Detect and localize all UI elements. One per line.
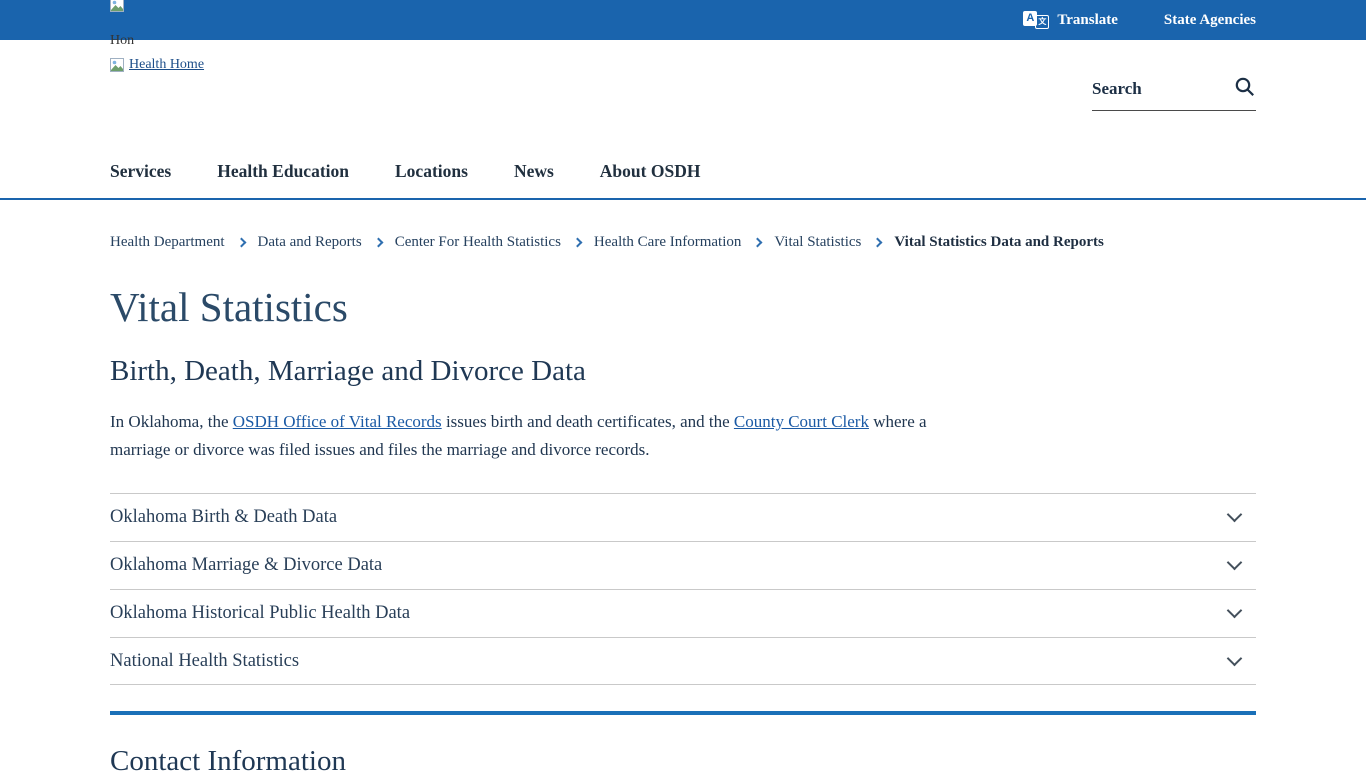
accordion-label: Oklahoma Historical Public Health Data xyxy=(110,603,410,624)
main-nav: Services Health Education Locations News… xyxy=(110,161,700,182)
breadcrumb: Health Department Data and Reports Cente… xyxy=(110,234,1256,251)
breadcrumb-center-for-health-statistics[interactable]: Center For Health Statistics xyxy=(395,234,561,251)
nav-item-services[interactable]: Services xyxy=(110,161,171,182)
nav-item-locations[interactable]: Locations xyxy=(395,161,468,182)
accordion-label: Oklahoma Marriage & Divorce Data xyxy=(110,555,382,576)
health-home-link-broken[interactable]: Health Home xyxy=(110,57,204,73)
breadcrumb-data-and-reports[interactable]: Data and Reports xyxy=(258,234,362,251)
broken-image-icon xyxy=(110,0,124,12)
nav-item-health-education[interactable]: Health Education xyxy=(217,161,349,182)
intro-paragraph: In Oklahoma, the OSDH Office of Vital Re… xyxy=(110,408,940,463)
intro-text: issues birth and death certificates, and… xyxy=(442,412,734,431)
nav-item-about-osdh[interactable]: About OSDH xyxy=(600,161,701,182)
search-button[interactable] xyxy=(1234,76,1256,101)
vital-records-link[interactable]: OSDH Office of Vital Records xyxy=(233,412,442,431)
accordion-label: National Health Statistics xyxy=(110,651,299,672)
accordion-label: Oklahoma Birth & Death Data xyxy=(110,507,337,528)
section-subtitle: Birth, Death, Marriage and Divorce Data xyxy=(110,355,1256,388)
state-agencies-link[interactable]: State Agencies xyxy=(1164,12,1256,29)
chevron-down-icon xyxy=(1227,603,1243,619)
chevron-right-icon xyxy=(373,238,383,248)
breadcrumb-health-department[interactable]: Health Department xyxy=(110,234,225,251)
site-logo-link-broken[interactable]: Hon xyxy=(110,0,144,49)
chevron-down-icon xyxy=(1227,507,1243,523)
accordion-historical-public-health-data[interactable]: Oklahoma Historical Public Health Data xyxy=(110,589,1256,637)
search-input[interactable] xyxy=(1092,79,1234,99)
broken-image-icon xyxy=(110,58,124,72)
chevron-right-icon xyxy=(236,238,246,248)
breadcrumb-vital-statistics[interactable]: Vital Statistics xyxy=(774,234,861,251)
accordion-national-health-statistics[interactable]: National Health Statistics xyxy=(110,637,1256,685)
section-divider xyxy=(110,711,1256,715)
county-court-clerk-link[interactable]: County Court Clerk xyxy=(734,412,869,431)
translate-button[interactable]: A 文 Translate xyxy=(1023,11,1118,29)
main-content: Health Department Data and Reports Cente… xyxy=(110,234,1256,778)
search-box xyxy=(1092,76,1256,111)
search-icon xyxy=(1234,76,1256,101)
site-header: Hon Health Home Services Health Educati xyxy=(0,40,1366,200)
accordion-list: Oklahoma Birth & Death Data Oklahoma Mar… xyxy=(110,493,1256,685)
chevron-right-icon xyxy=(572,238,582,248)
accordion-marriage-divorce-data[interactable]: Oklahoma Marriage & Divorce Data xyxy=(110,541,1256,589)
health-home-alt-text: Health Home xyxy=(129,57,204,73)
state-agencies-label: State Agencies xyxy=(1164,12,1256,29)
chevron-down-icon xyxy=(1227,650,1243,666)
chevron-right-icon xyxy=(873,238,883,248)
chevron-right-icon xyxy=(753,238,763,248)
intro-text: In Oklahoma, the xyxy=(110,412,233,431)
accordion-birth-death-data[interactable]: Oklahoma Birth & Death Data xyxy=(110,493,1256,541)
contact-information-heading: Contact Information xyxy=(110,745,1256,778)
translate-icon: A 文 xyxy=(1023,11,1049,29)
logo-alt-text-truncated: Hon xyxy=(110,33,144,49)
utility-bar: A 文 Translate State Agencies xyxy=(0,0,1366,40)
nav-item-news[interactable]: News xyxy=(514,161,554,182)
chevron-down-icon xyxy=(1227,555,1243,571)
translate-label: Translate xyxy=(1057,12,1118,29)
page-title: Vital Statistics xyxy=(110,283,1256,331)
breadcrumb-health-care-information[interactable]: Health Care Information xyxy=(594,234,741,251)
breadcrumb-current-page: Vital Statistics Data and Reports xyxy=(894,234,1103,251)
